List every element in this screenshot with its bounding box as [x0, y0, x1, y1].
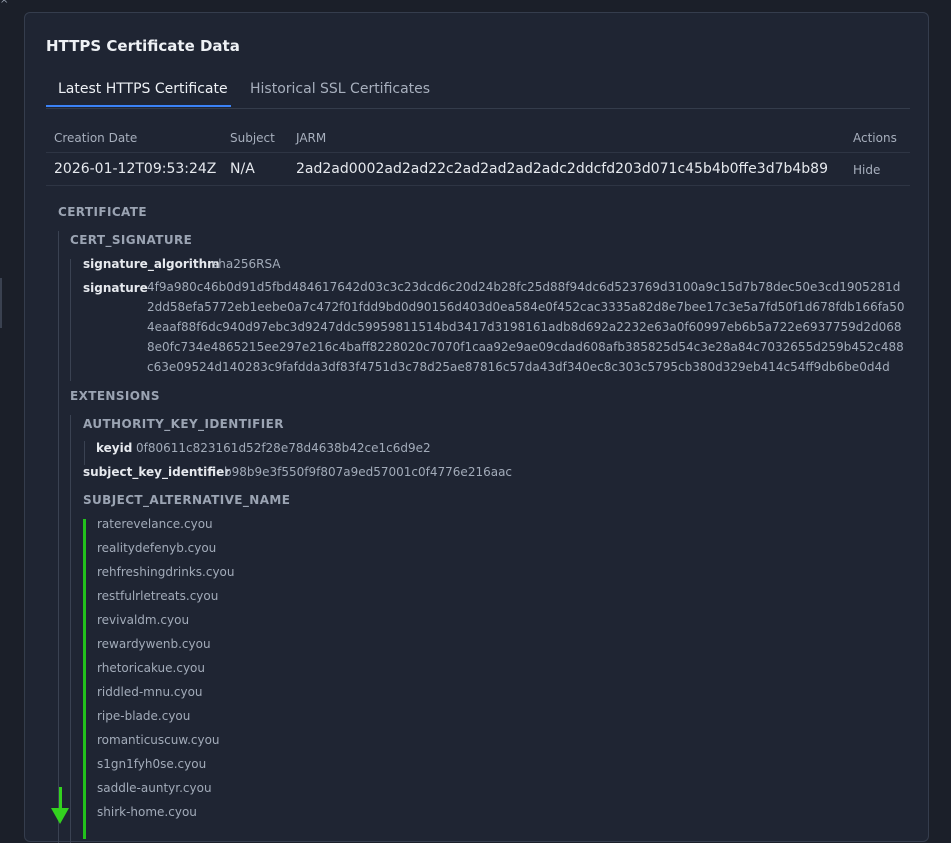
list-item: saddle-auntyr.cyou — [97, 781, 212, 795]
certificate-tabs: Latest HTTPS Certificate Historical SSL … — [46, 75, 910, 109]
panel-title: HTTPS Certificate Data — [46, 37, 240, 55]
list-item: restfulrletreats.cyou — [97, 589, 219, 603]
list-item: raterevelance.cyou — [97, 517, 213, 531]
list-item: rhetoricakue.cyou — [97, 661, 206, 675]
subject-cell: N/A — [230, 161, 255, 177]
page-edge-divider — [0, 278, 2, 328]
list-item: riddled-mnu.cyou — [97, 685, 203, 699]
keyid-key: keyid — [96, 441, 133, 455]
https-certificate-panel: HTTPS Certificate Data Latest HTTPS Cert… — [24, 12, 929, 843]
signature-algorithm-value: sha256RSA — [212, 257, 281, 271]
column-header-creation-date: Creation Date — [54, 131, 138, 145]
certificate-section-label: CERTIFICATE — [58, 205, 147, 219]
list-item: romanticuscuw.cyou — [97, 733, 220, 747]
jarm-cell: 2ad2ad0002ad2ad22c2ad2ad2ad2adc2ddcfd203… — [296, 161, 828, 177]
extensions-section-label: EXTENSIONS — [70, 389, 160, 403]
authority-key-tree-line — [84, 441, 85, 465]
subject-alternative-name-label: SUBJECT_ALTERNATIVE_NAME — [83, 493, 291, 507]
signature-key: signature — [83, 281, 148, 295]
list-item: rehfreshingdrinks.cyou — [97, 565, 235, 579]
highlight-bar — [83, 519, 86, 839]
header-divider — [46, 152, 910, 153]
column-header-subject: Subject — [230, 131, 275, 145]
signature-algorithm-key: signature_algorithm — [83, 257, 220, 271]
list-item: s1gn1fyh0se.cyou — [97, 757, 207, 771]
list-item: rewardywenb.cyou — [97, 637, 211, 651]
list-item: shirk-home.cyou — [97, 805, 197, 819]
subject-key-identifier-key: subject_key_identifier — [83, 465, 231, 479]
active-tab-indicator — [46, 105, 231, 107]
tab-latest-https-certificate[interactable]: Latest HTTPS Certificate — [58, 81, 228, 97]
cert-signature-section-label: CERT_SIGNATURE — [70, 233, 193, 247]
column-header-jarm: JARM — [296, 131, 327, 145]
subject-key-identifier-value: b98b9e3f550f9f807a9ed57001c0f4776e216aac — [224, 465, 513, 479]
certificate-tree-line — [58, 231, 59, 843]
extensions-tree-line — [70, 415, 71, 843]
list-item: revivaldm.cyou — [97, 613, 190, 627]
row-divider — [46, 185, 910, 186]
cert-signature-tree-line — [70, 259, 71, 381]
tab-historical-ssl-certificates[interactable]: Historical SSL Certificates — [250, 81, 430, 97]
keyid-value: 0f80611c823161d52f28e78d4638b42ce1c6d9e2 — [136, 441, 431, 455]
authority-key-identifier-label: AUTHORITY_KEY_IDENTIFIER — [83, 417, 284, 431]
cursor-corner-glyph: ^ — [0, 0, 9, 10]
hide-button[interactable]: Hide — [853, 163, 880, 177]
list-item: ripe-blade.cyou — [97, 709, 191, 723]
list-item: realitydefenyb.cyou — [97, 541, 217, 555]
column-header-actions: Actions — [853, 131, 897, 145]
creation-date-cell: 2026-01-12T09:53:24Z — [54, 161, 217, 177]
signature-value: 4f9a980c46b0d91d5fbd484617642d03c3c23dcd… — [147, 280, 905, 374]
